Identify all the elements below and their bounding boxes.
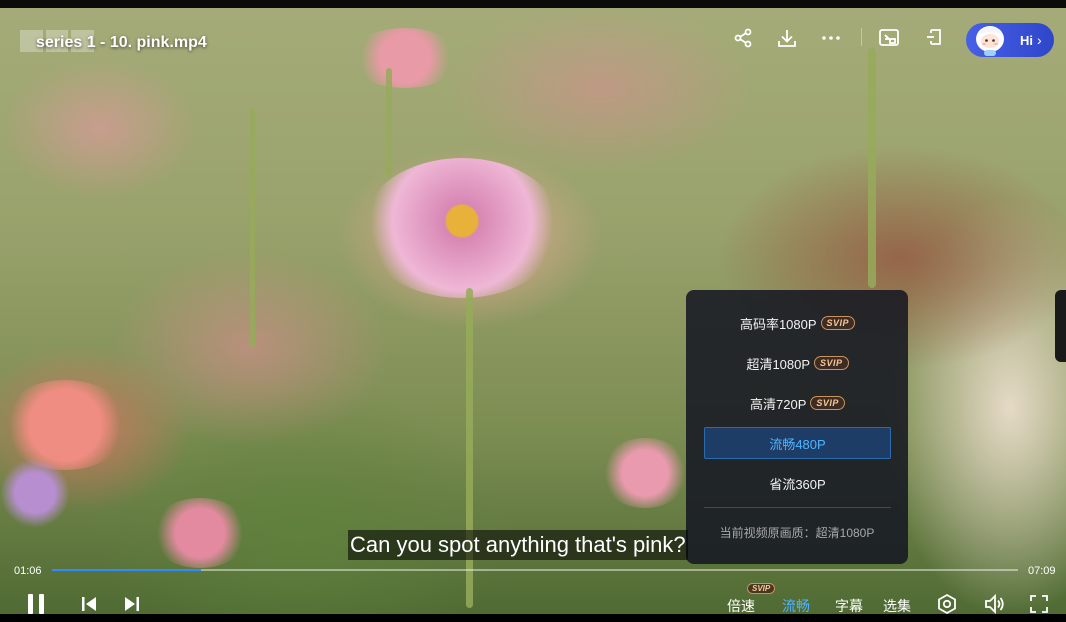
quality-button[interactable]: 流畅 (782, 596, 810, 616)
quality-option-1080p-high-bitrate[interactable]: 高码率1080P SVIP (704, 307, 891, 339)
volume-icon[interactable] (982, 592, 1006, 616)
window-top-strip (0, 0, 1066, 8)
assistant-avatar-icon (970, 17, 1010, 57)
assistant-label: Hi (1020, 32, 1033, 48)
stem-decoration (868, 48, 876, 288)
menu-divider (704, 507, 891, 508)
assistant-button[interactable]: Hi › (966, 23, 1054, 57)
next-button[interactable] (121, 592, 143, 616)
current-time: 01:06 (14, 565, 42, 577)
stem-decoration (466, 288, 473, 608)
pin-icon[interactable] (922, 26, 946, 50)
svip-badge: SVIP (814, 356, 849, 370)
more-icon[interactable] (819, 26, 843, 50)
chevron-right-icon: › (1037, 32, 1042, 48)
picture-in-picture-icon[interactable] (877, 26, 901, 50)
svip-badge: SVIP (810, 396, 845, 410)
flower-decoration (362, 158, 562, 298)
pause-button[interactable] (24, 592, 48, 616)
quality-option-label: 省流360P (769, 476, 826, 492)
previous-button[interactable] (78, 592, 100, 616)
quality-option-480p[interactable]: 流畅480P (704, 427, 891, 459)
side-panel-tab[interactable] (1055, 290, 1066, 362)
svip-badge: SVIP (820, 316, 856, 330)
speed-svip-badge: SVIP (747, 583, 776, 594)
stem-decoration (250, 108, 255, 348)
download-icon[interactable] (775, 26, 799, 50)
flower-decoration (600, 438, 690, 508)
flower-decoration (350, 28, 460, 88)
quality-option-1080p[interactable]: 超清1080P SVIP (704, 347, 891, 379)
settings-icon[interactable] (935, 592, 959, 616)
quality-option-label: 超清1080P (746, 356, 811, 372)
quality-option-360p[interactable]: 省流360P (704, 467, 891, 499)
quality-option-label: 高码率1080P (739, 316, 817, 332)
episodes-button[interactable]: 选集 (883, 596, 911, 616)
speed-button[interactable]: 倍速 (727, 596, 755, 616)
progress-bar[interactable] (52, 569, 1018, 571)
subtitle-caption: Can you spot anything that's pink? (348, 530, 688, 560)
flower-decoration (0, 380, 130, 470)
flower-decoration (0, 458, 70, 528)
quality-option-label: 高清720P (750, 396, 807, 412)
quality-menu: 高码率1080P SVIP 超清1080P SVIP 高清720P SVIP 流… (686, 290, 908, 564)
video-title: series 1 - 10. pink.mp4 (36, 34, 207, 51)
subtitle-button[interactable]: 字幕 (835, 596, 863, 616)
flower-decoration (150, 498, 250, 568)
fullscreen-icon[interactable] (1027, 592, 1051, 616)
stem-decoration (386, 68, 392, 178)
total-time: 07:09 (1028, 565, 1056, 577)
progress-fill (52, 569, 201, 571)
toolbar-divider (861, 28, 862, 46)
quality-option-720p[interactable]: 高清720P SVIP (704, 387, 891, 419)
share-icon[interactable] (731, 26, 755, 50)
original-quality-note: 当前视频原画质：超清1080P (719, 526, 875, 540)
quality-option-label: 流畅480P (769, 436, 826, 452)
